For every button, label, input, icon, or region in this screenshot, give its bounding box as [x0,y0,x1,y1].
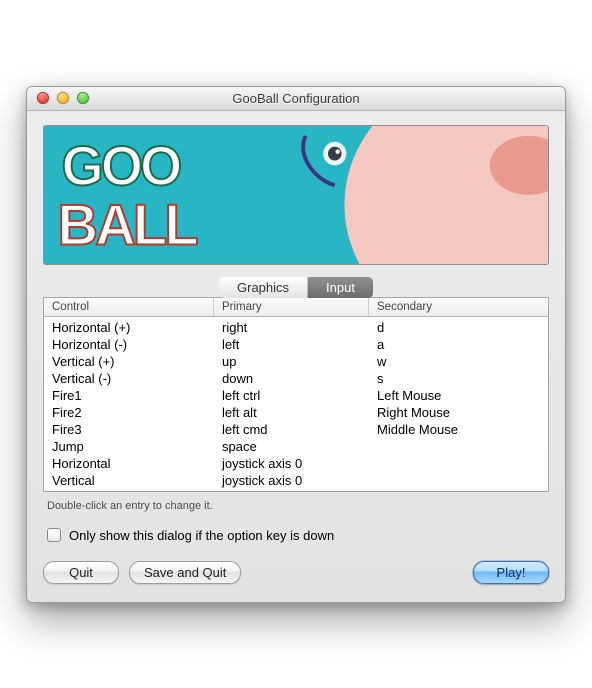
th-control[interactable]: Control [44,298,214,316]
checkbox-icon[interactable] [47,528,61,542]
cell-control: Vertical (-) [44,371,214,386]
table-row[interactable]: Horizontal (+)rightd [44,319,548,336]
quit-button[interactable]: Quit [43,561,119,584]
cell-secondary: w [369,354,548,369]
cell-primary: left alt [214,405,369,420]
cell-control: Fire1 [44,388,214,403]
window-title: GooBall Configuration [27,91,565,106]
cell-primary: right [214,320,369,335]
content-area: GOO BALL GOO BALL GraphicsInput Control … [27,111,565,602]
cell-control: Vertical (+) [44,354,214,369]
banner-image: GOO BALL GOO BALL [43,125,549,265]
tab-input[interactable]: Input [308,277,373,298]
table-row[interactable]: Fire3left cmdMiddle Mouse [44,421,548,438]
table-row[interactable]: Fire2left altRight Mouse [44,404,548,421]
cell-control: Horizontal (+) [44,320,214,335]
cell-control: Fire2 [44,405,214,420]
cell-primary: joystick axis 0 [214,456,369,471]
checkbox-label: Only show this dialog if the option key … [69,528,334,543]
cell-primary: left ctrl [214,388,369,403]
cell-primary: up [214,354,369,369]
cell-control: Fire3 [44,422,214,437]
titlebar[interactable]: GooBall Configuration [27,87,565,111]
button-row: Quit Save and Quit Play! [43,561,549,584]
table-row[interactable]: Horizontaljoystick axis 0 [44,455,548,472]
table-row[interactable]: Vertical (-)downs [44,370,548,387]
cell-control: Jump [44,439,214,454]
option-key-checkbox-row[interactable]: Only show this dialog if the option key … [47,528,545,543]
cell-secondary [369,439,548,454]
cell-primary: down [214,371,369,386]
table-row[interactable]: Fire1left ctrlLeft Mouse [44,387,548,404]
close-icon[interactable] [37,92,49,104]
svg-text:BALL: BALL [58,193,198,257]
cell-control: Vertical [44,473,214,488]
cell-control: Horizontal (-) [44,337,214,352]
cell-secondary: a [369,337,548,352]
tab-bar: GraphicsInput [43,277,549,298]
cell-secondary: Left Mouse [369,388,548,403]
config-window: GooBall Configuration GOO BALL GOO BALL [26,86,566,603]
table-row[interactable]: Verticaljoystick axis 0 [44,472,548,489]
cell-control: Horizontal [44,456,214,471]
play-button[interactable]: Play! [473,561,549,584]
th-secondary[interactable]: Secondary [369,298,548,316]
cell-primary: left [214,337,369,352]
cell-secondary: Right Mouse [369,405,548,420]
input-table: Control Primary Secondary Horizontal (+)… [43,297,549,492]
cell-secondary [369,473,548,488]
table-body: Horizontal (+)rightdHorizontal (-)leftaV… [44,317,548,491]
cell-primary: left cmd [214,422,369,437]
table-row[interactable]: Jumpspace [44,438,548,455]
traffic-lights [27,92,89,104]
zoom-icon[interactable] [77,92,89,104]
tab-group: GraphicsInput [219,277,373,298]
table-header: Control Primary Secondary [44,298,548,317]
table-row[interactable]: Vertical (+)upw [44,353,548,370]
table-row[interactable]: Horizontal (-)lefta [44,336,548,353]
cell-secondary: d [369,320,548,335]
tab-graphics[interactable]: Graphics [219,277,308,298]
table-hint: Double-click an entry to change it. [43,492,549,512]
cell-secondary: Middle Mouse [369,422,548,437]
th-primary[interactable]: Primary [214,298,369,316]
cell-secondary [369,456,548,471]
cell-primary: joystick axis 0 [214,473,369,488]
minimize-icon[interactable] [57,92,69,104]
cell-secondary: s [369,371,548,386]
svg-text:GOO: GOO [61,134,180,197]
cell-primary: space [214,439,369,454]
save-and-quit-button[interactable]: Save and Quit [129,561,241,584]
